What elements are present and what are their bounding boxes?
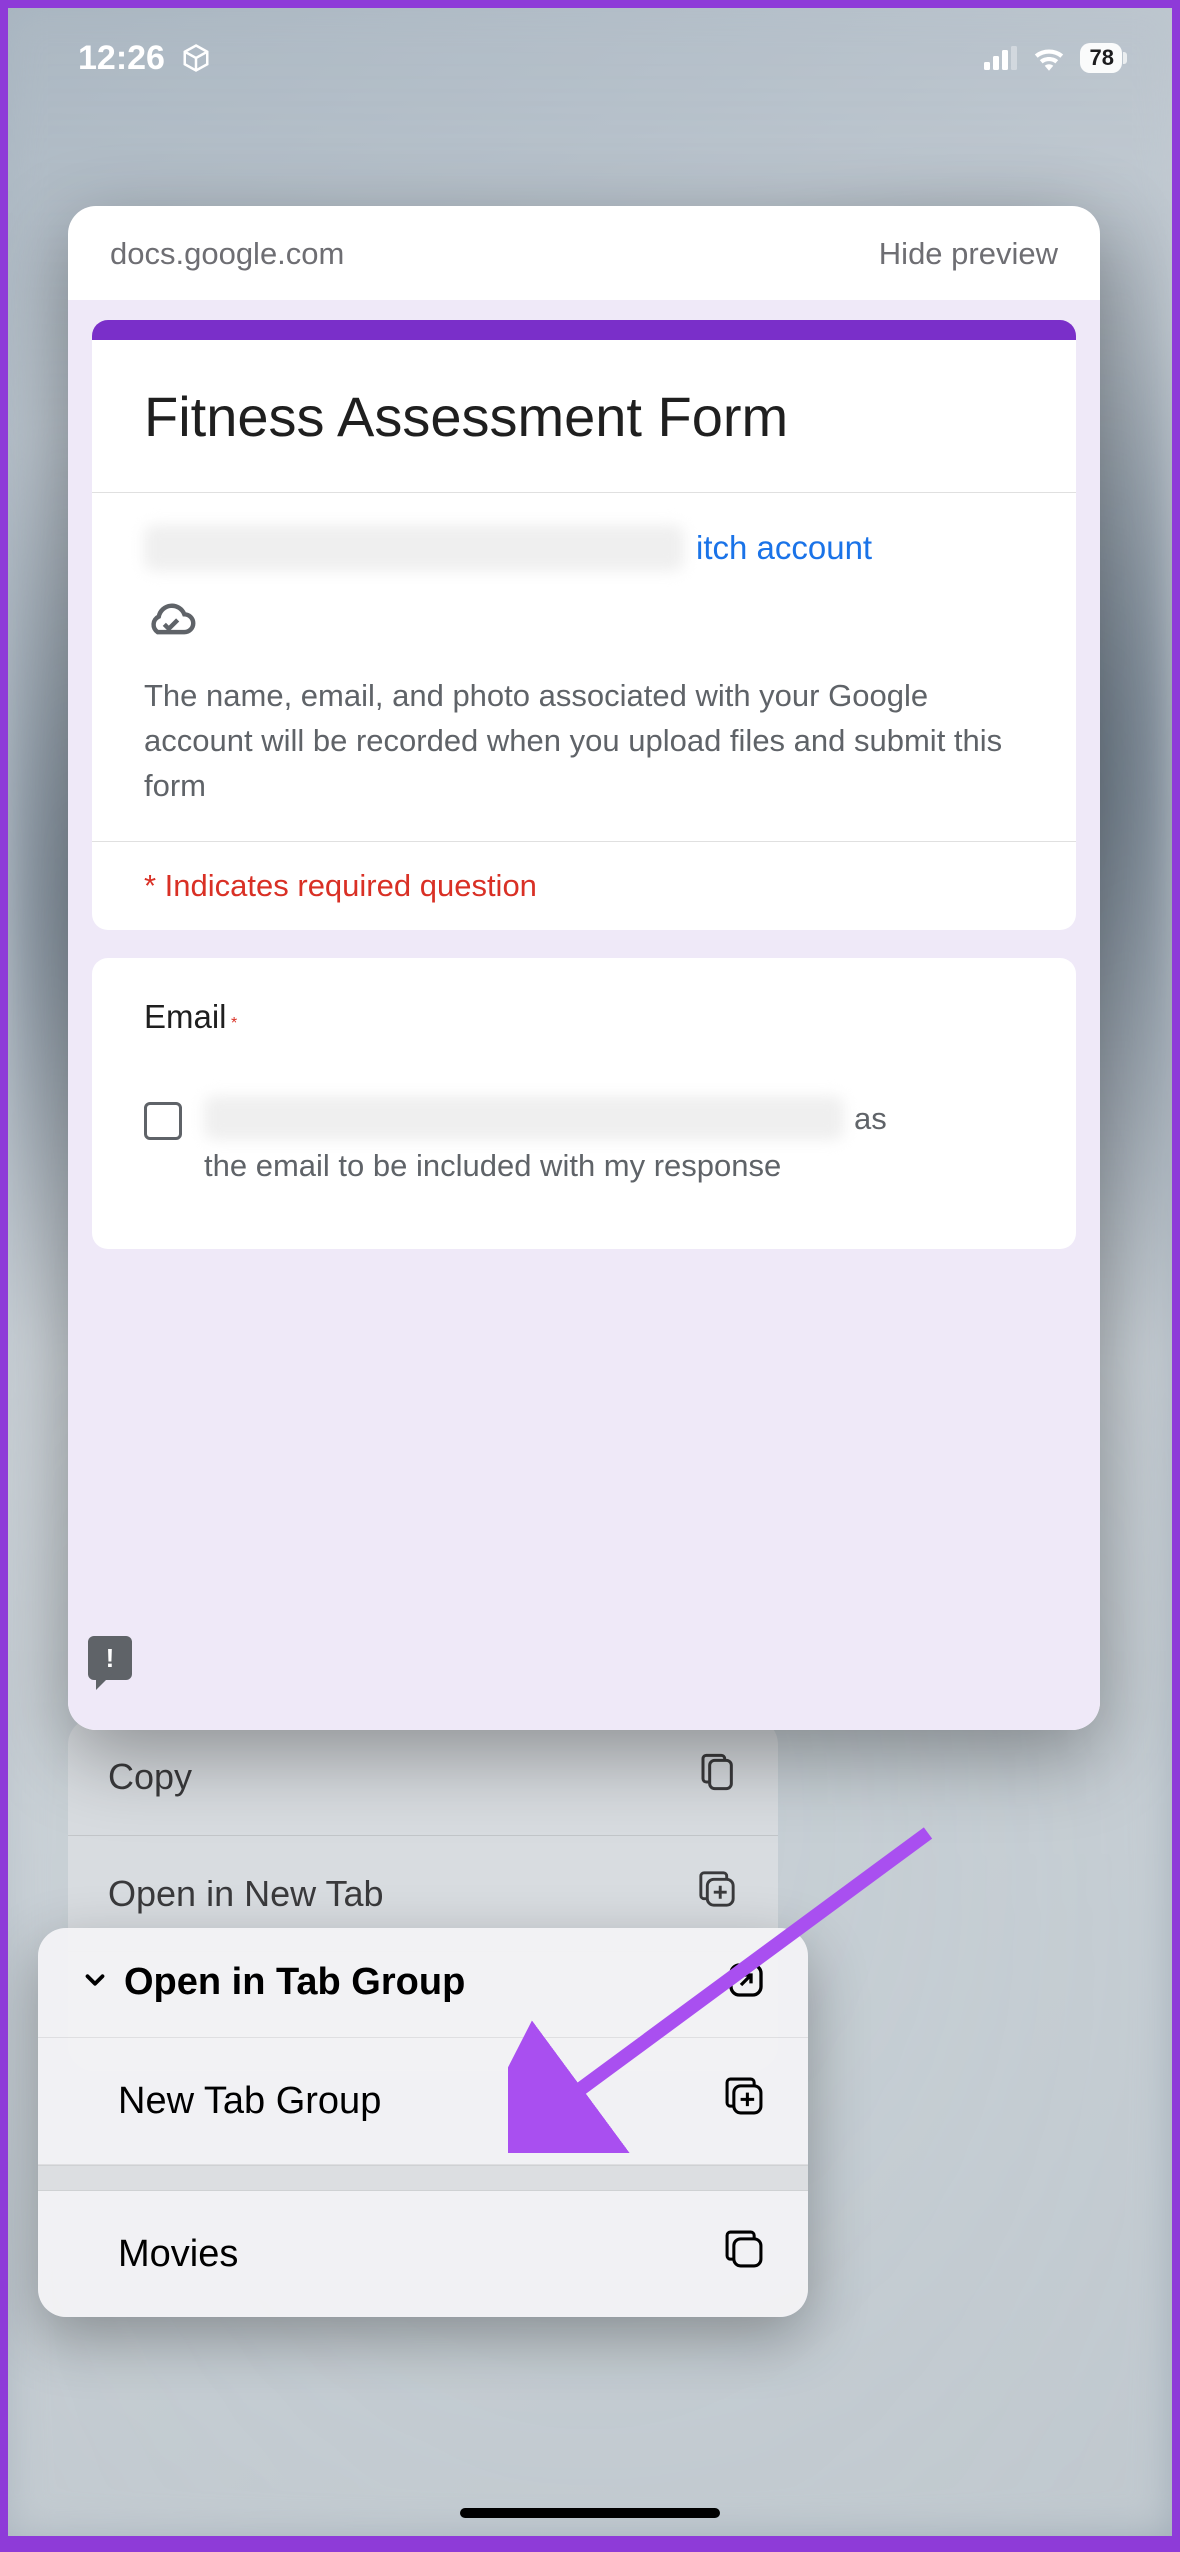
status-time: 12:26 <box>78 39 165 78</box>
cellular-icon <box>984 46 1018 70</box>
preview-url: docs.google.com <box>110 236 344 272</box>
new-tab-group-item[interactable]: New Tab Group <box>38 2038 808 2165</box>
email-question-card: Email * as the email to be included with… <box>92 958 1076 1249</box>
tab-group-submenu: Open in Tab Group New Tab Group Movie <box>38 1928 808 2317</box>
form-description: The name, email, and photo associated wi… <box>144 674 1024 809</box>
new-tab-icon <box>696 1868 738 1919</box>
context-copy[interactable]: Copy <box>68 1718 778 1835</box>
form-header-card: Fitness Assessment Form itch account The… <box>92 320 1076 930</box>
status-bar: 12:26 <box>8 8 1172 108</box>
consent-line2: the email to be included with my respons… <box>204 1144 1024 1189</box>
preview-body: Fitness Assessment Form itch account The… <box>68 300 1100 1730</box>
consent-tail: as <box>854 1097 887 1142</box>
report-issue-icon[interactable]: ! <box>88 1636 132 1680</box>
package-icon <box>181 43 211 73</box>
preview-header: docs.google.com Hide preview <box>68 206 1100 300</box>
email-label: Email <box>144 998 227 1035</box>
open-external-icon <box>726 1960 766 2005</box>
switch-account-link[interactable]: itch account <box>696 529 872 567</box>
redacted-account-email <box>144 525 684 571</box>
link-preview-card: docs.google.com Hide preview Fitness Ass… <box>68 206 1100 1730</box>
home-indicator[interactable] <box>460 2508 720 2518</box>
copy-icon <box>698 1750 738 1803</box>
cloud-saved-icon <box>144 601 1024 646</box>
new-tab-group-label: New Tab Group <box>118 2080 381 2123</box>
phone-screen: 12:26 <box>8 8 1172 2536</box>
redacted-email-text <box>204 1096 844 1140</box>
battery-indicator: 78 <box>1080 43 1122 73</box>
submenu-header[interactable]: Open in Tab Group <box>38 1928 808 2038</box>
battery-percent: 78 <box>1090 45 1114 71</box>
form-title: Fitness Assessment Form <box>92 340 1076 492</box>
required-star: * <box>231 1015 237 1032</box>
chevron-down-icon <box>80 1965 110 2000</box>
movies-tab-group-item[interactable]: Movies <box>38 2191 808 2317</box>
submenu-title: Open in Tab Group <box>124 1961 465 2004</box>
add-tab-group-icon <box>722 2074 766 2128</box>
copy-label: Copy <box>108 1756 192 1798</box>
wifi-icon <box>1032 45 1066 71</box>
open-new-tab-label: Open in New Tab <box>108 1873 384 1915</box>
tab-group-icon <box>722 2227 766 2281</box>
submenu-separator <box>38 2165 808 2191</box>
email-consent-checkbox[interactable] <box>144 1102 182 1140</box>
hide-preview-button[interactable]: Hide preview <box>879 236 1058 272</box>
email-consent-text: as the email to be included with my resp… <box>204 1096 1024 1189</box>
movies-label: Movies <box>118 2233 238 2276</box>
required-indicator-note: * Indicates required question <box>92 842 1076 930</box>
